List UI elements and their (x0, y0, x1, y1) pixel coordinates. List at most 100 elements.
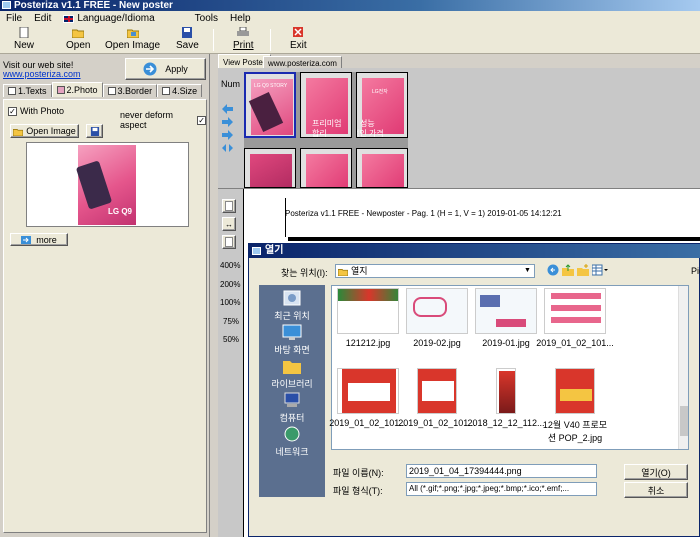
save-photo-button[interactable] (86, 124, 103, 138)
save-button-label: Save (176, 40, 199, 51)
arrow-right-icon[interactable] (222, 117, 233, 127)
tab-texts[interactable]: 1.Texts (3, 84, 52, 97)
up-folder-icon[interactable] (562, 264, 574, 276)
open-button[interactable]: Open (66, 27, 90, 53)
exit-button[interactable]: Exit (290, 27, 307, 53)
poster-tile[interactable] (300, 148, 352, 188)
file-item[interactable]: 2019_01_02_101... (398, 368, 476, 428)
scrollbar-thumb[interactable] (680, 406, 688, 436)
poster-tile[interactable]: LG Q9 STORY (244, 72, 296, 138)
place-network[interactable]: 네트워크 (259, 425, 325, 458)
open-image-button[interactable]: Open Image (105, 27, 160, 53)
apply-button[interactable]: Apply (125, 58, 206, 80)
open-folder-icon (72, 29, 85, 38)
menu-edit[interactable]: Edit (28, 13, 57, 24)
page-border-top (288, 237, 700, 241)
open-image-photo-button[interactable]: Open Image (10, 124, 79, 138)
open-image-button-label: Open Image (105, 40, 161, 51)
menu-tools[interactable]: Tools (189, 13, 224, 24)
nav-arrows (222, 104, 233, 153)
tab-size[interactable]: 4.Size (157, 84, 203, 97)
with-photo-option[interactable]: ✓ With Photo (8, 106, 64, 116)
floppy-disk-icon (182, 27, 193, 38)
phone-shape (75, 160, 113, 210)
file-name: 2019-02.jpg (413, 338, 461, 348)
photo-preview: LG Q9 (26, 142, 189, 227)
look-in-label: 찾는 위치(I): (281, 268, 328, 278)
file-item[interactable]: 2019_01_02_101... (536, 288, 614, 348)
new-folder-icon[interactable] (577, 264, 589, 276)
preview-controls: ↔ (222, 199, 236, 249)
zoom-75[interactable]: 75% (223, 317, 239, 326)
arrow-left-icon[interactable] (222, 104, 233, 114)
file-item[interactable]: 121212.jpg (332, 288, 404, 348)
file-thumbnail (337, 368, 399, 414)
view-tabs: View Poster www.posteriza.com (216, 54, 700, 69)
file-item[interactable]: 2019_01_02_101... (329, 368, 407, 428)
place-computer[interactable]: 컴퓨터 (259, 391, 325, 424)
arrow-right-icon (21, 235, 32, 244)
open-button-dialog[interactable]: 열기(O) (624, 464, 688, 480)
zoom-50[interactable]: 50% (223, 335, 239, 344)
tab-border[interactable]: 3.Border (102, 84, 158, 97)
more-button[interactable]: more (10, 233, 68, 246)
print-button[interactable]: Print (233, 27, 254, 53)
file-list-scrollbar[interactable] (678, 286, 688, 449)
page-icon[interactable] (222, 235, 236, 249)
menu-language[interactable]: Language/Idioma (57, 13, 160, 24)
file-thumbnail (406, 288, 468, 334)
file-item[interactable]: 2018_12_12_112... (468, 368, 544, 428)
view-menu-icon[interactable] (592, 264, 608, 276)
file-item[interactable]: 2019-02.jpg (401, 288, 473, 348)
cancel-button[interactable]: 취소 (624, 482, 688, 498)
tile-text-line3: 합리 (312, 129, 327, 138)
poster-tile[interactable] (356, 148, 408, 188)
close-x-icon (293, 27, 304, 37)
tab-photo[interactable]: 2.Photo (51, 82, 103, 97)
dialog-nav-toolbar (547, 264, 608, 276)
file-name: 2019_01_02_101... (536, 338, 614, 348)
file-name: 2019-01.jpg (482, 338, 530, 348)
tile-lg-text: LG전자 (372, 89, 388, 95)
network-icon (284, 426, 300, 442)
filename-label: 파일 이름(N): (333, 468, 384, 478)
place-desktop[interactable]: 바탕 화면 (259, 323, 325, 356)
filename-input[interactable]: 2019_01_04_17394444.png (406, 464, 597, 478)
poster-tile[interactable]: 프리미엄 합리 (300, 72, 352, 138)
menu-file[interactable]: File (0, 13, 28, 24)
save-button[interactable]: Save (176, 27, 199, 53)
back-icon[interactable] (547, 264, 559, 276)
size-icon (162, 87, 171, 95)
file-thumbnail (555, 368, 595, 414)
poster-tile[interactable] (244, 148, 296, 188)
with-photo-checkbox[interactable]: ✓ (8, 106, 17, 116)
file-item[interactable]: 2019-01.jpg (470, 288, 542, 348)
menu-help[interactable]: Help (224, 13, 257, 24)
place-desktop-label: 바탕 화면 (274, 345, 310, 355)
look-in-select[interactable]: 열지 ▼ (335, 264, 535, 278)
tile-image (362, 154, 404, 187)
place-recent[interactable]: 최근 위치 (259, 289, 325, 322)
poster-tile[interactable]: LG전자 성능 적인 가격 (356, 72, 408, 138)
photo-preview-image: LG Q9 (75, 145, 136, 225)
arrows-both-icon[interactable] (222, 143, 233, 153)
page-icon[interactable] (222, 199, 236, 213)
title-bar: Posteriza v1.1 FREE - New poster (0, 0, 700, 11)
zoom-400[interactable]: 400% (220, 261, 240, 270)
zoom-200[interactable]: 200% (220, 280, 240, 289)
zoom-100[interactable]: 100% (220, 298, 240, 307)
arrow-right-icon[interactable] (222, 130, 233, 140)
website-link[interactable]: www.posteriza.com (3, 69, 81, 79)
tile-text-line4: 적인 가격 (357, 129, 384, 138)
tab-size-label: 4.Size (172, 86, 198, 96)
place-libraries[interactable]: 라이브러리 (259, 357, 325, 390)
never-deform-label: never deform aspect (120, 110, 174, 130)
new-button[interactable]: New (14, 27, 34, 53)
tile-image: 프리미엄 합리 (306, 78, 348, 137)
print-button-label: Print (233, 40, 254, 51)
file-item[interactable]: 12월 V40 프로모션 POP_2.jpg (539, 368, 611, 444)
filetype-select[interactable]: All (*.gif;*.png;*.jpg;*.jpeg;*.bmp;*.ic… (406, 482, 597, 496)
never-deform-option[interactable]: never deform aspect ✓ (120, 110, 206, 130)
never-deform-checkbox[interactable]: ✓ (197, 115, 206, 125)
fit-width-icon[interactable]: ↔ (222, 217, 236, 231)
